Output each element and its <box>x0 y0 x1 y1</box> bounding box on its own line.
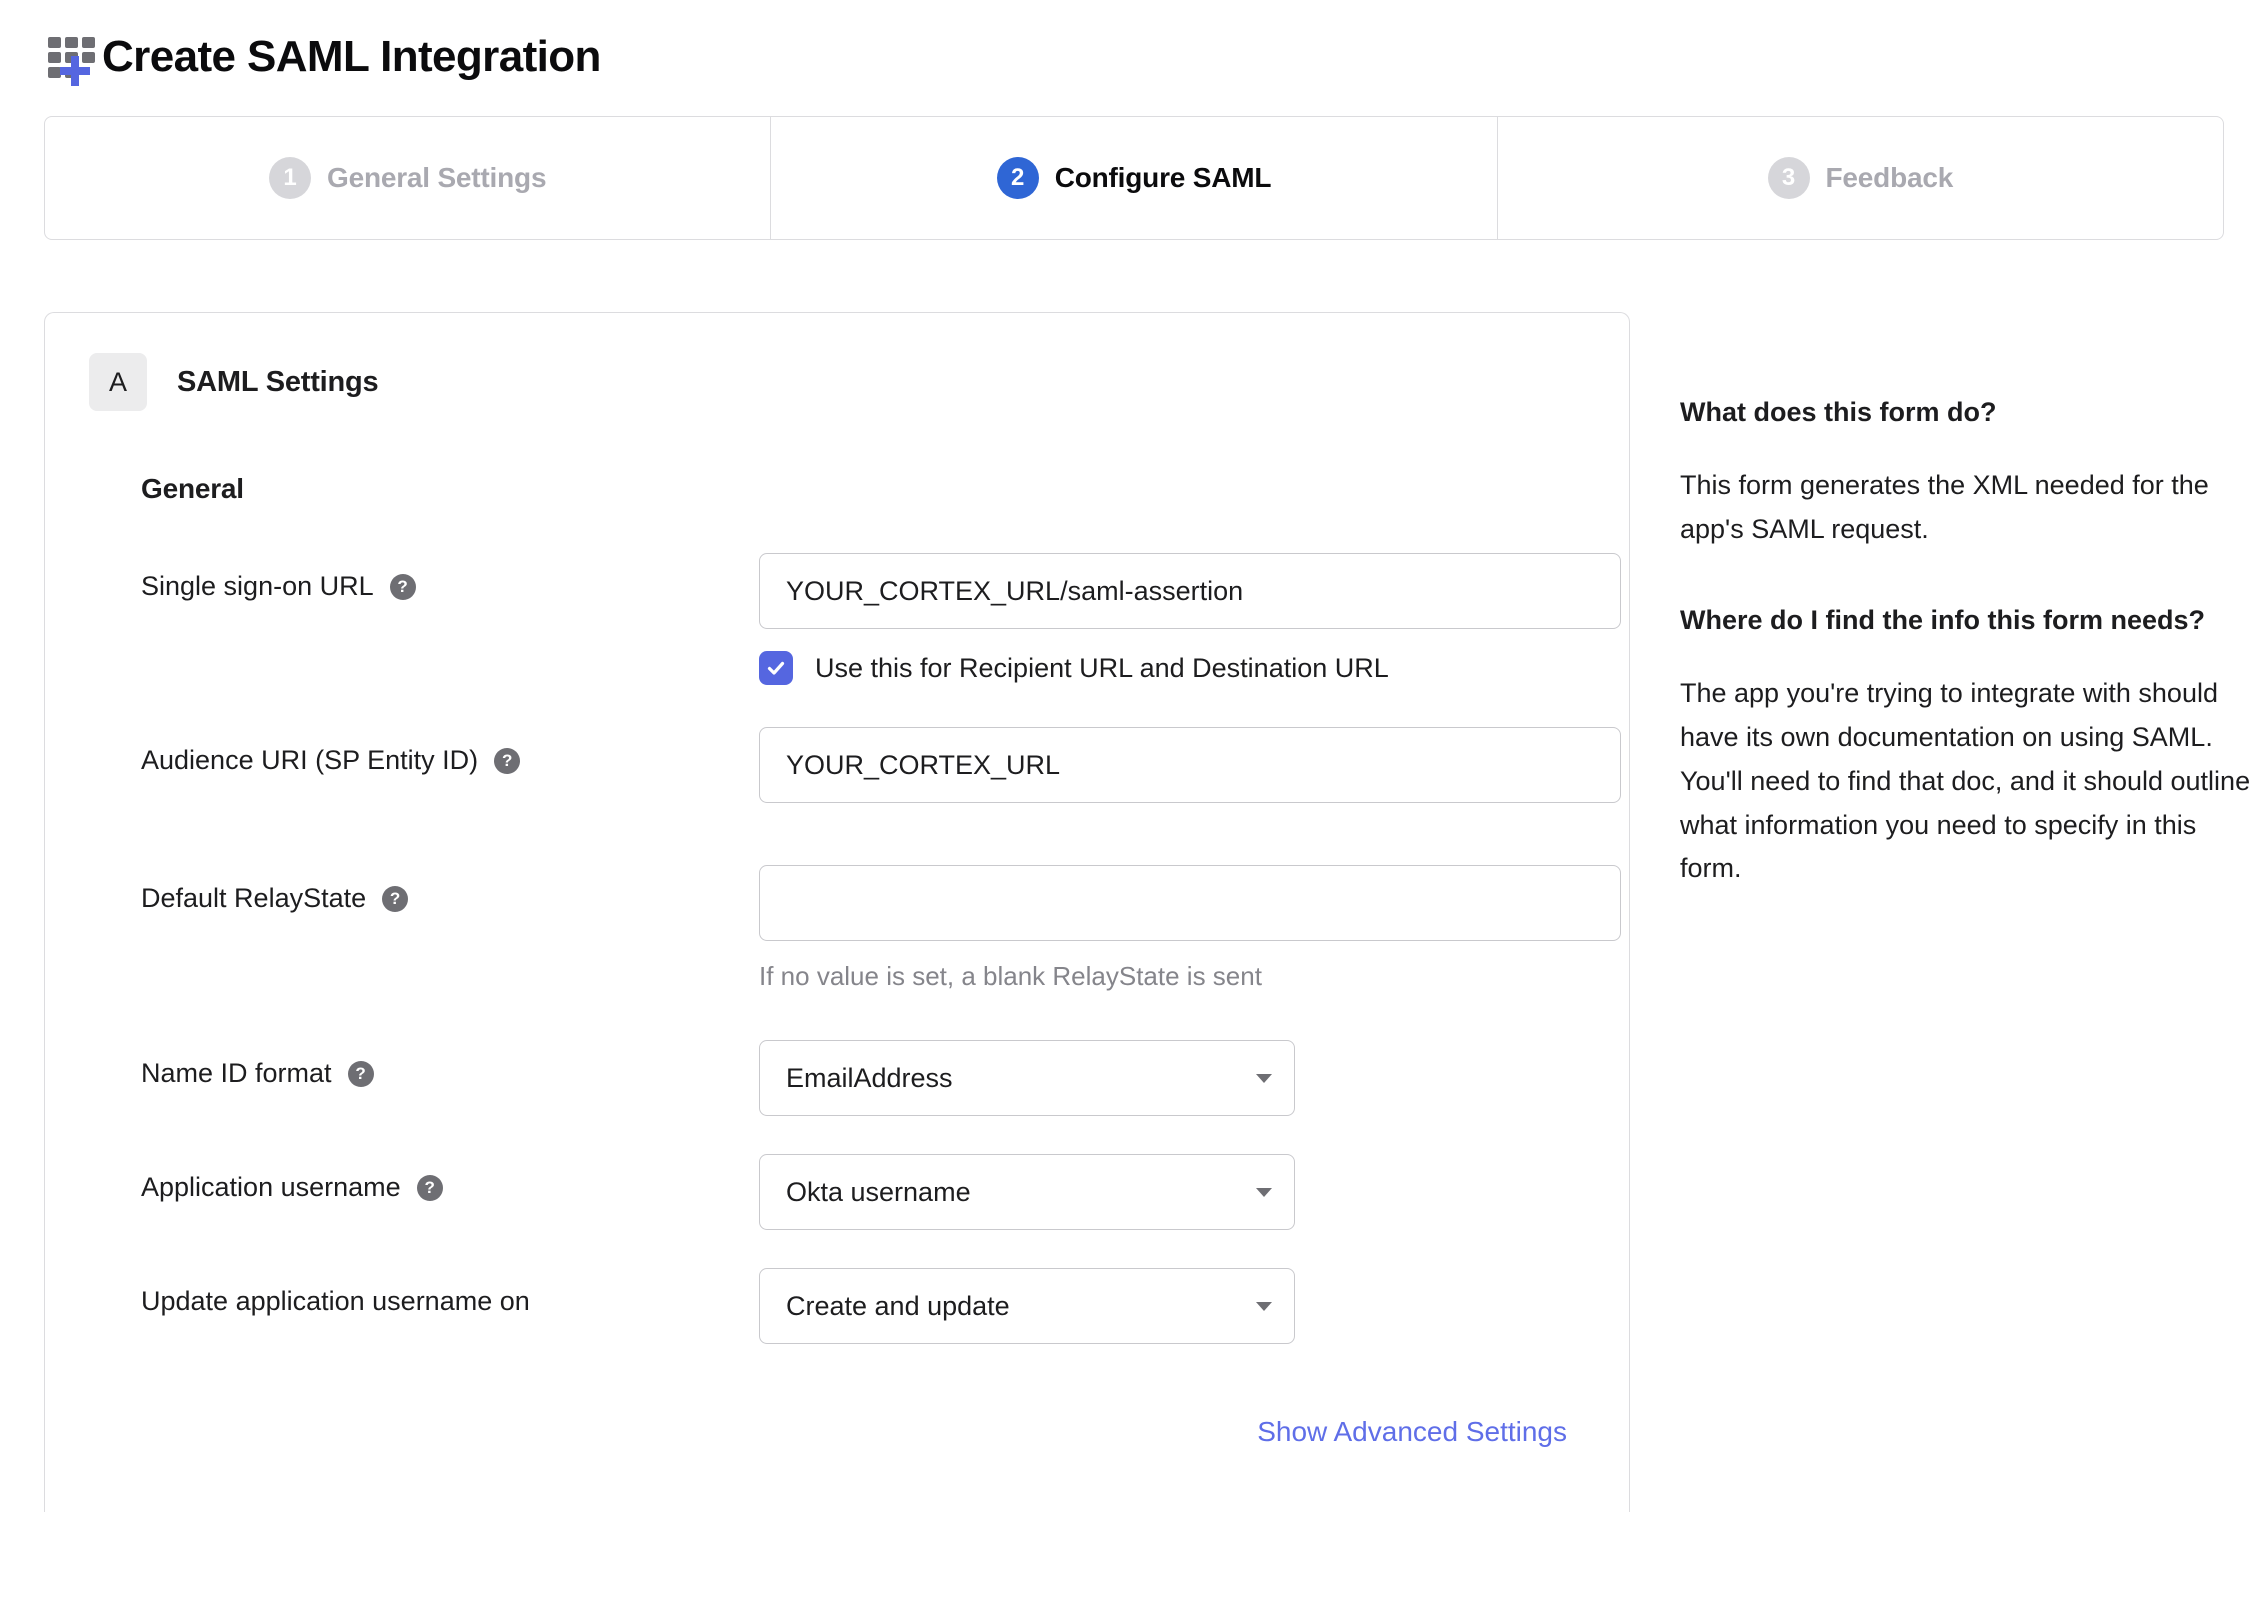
field-row-name-id-format: Name ID format ? EmailAddress <box>141 1040 1629 1136</box>
checkbox-label-use-for-recipient-destination: Use this for Recipient URL and Destinati… <box>815 652 1389 683</box>
recipient-destination-checkbox-row: Use this for Recipient URL and Destinati… <box>759 651 1629 685</box>
help-icon[interactable]: ? <box>389 573 416 600</box>
label-update-application-username-on: Update application username on <box>141 1286 530 1316</box>
field-label-group: Default RelayState ? <box>141 865 759 914</box>
tab-label-general-settings: General Settings <box>327 162 547 193</box>
info-body-what-does-this-form-do: This form generates the XML needed for t… <box>1680 470 2209 545</box>
application-username-selected-value: Okta username <box>786 1176 971 1207</box>
stepper-tabs: 1 General Settings 2 Configure SAML 3 Fe… <box>44 116 2224 240</box>
help-icon[interactable]: ? <box>347 1060 374 1087</box>
label-audience-uri: Audience URI (SP Entity ID) <box>141 745 479 775</box>
info-heading-what-does-this-form-do: What does this form do? <box>1680 397 1997 427</box>
field-label-group: Single sign-on URL ? <box>141 553 759 602</box>
saml-settings-card: A SAML Settings General Single sign-on U… <box>44 312 1630 1512</box>
info-heading-where-do-i-find-info: Where do I find the info this form needs… <box>1680 604 2205 635</box>
field-row-single-sign-on-url: Single sign-on URL ? YOUR_CORTEX_URL/sam… <box>141 553 1629 685</box>
label-default-relaystate: Default RelayState <box>141 883 367 913</box>
tab-configure-saml[interactable]: 2 Configure SAML <box>771 117 1498 239</box>
help-icon[interactable]: ? <box>382 885 409 912</box>
chevron-down-icon <box>1256 1187 1272 1197</box>
chevron-down-icon <box>1256 1301 1272 1311</box>
field-control-group: YOUR_CORTEX_URL <box>759 727 1629 803</box>
update-application-username-on-selected-value: Create and update <box>786 1290 1010 1321</box>
label-single-sign-on-url: Single sign-on URL <box>141 571 374 601</box>
step-number-badge: 1 <box>269 157 311 199</box>
name-id-format-selected-value: EmailAddress <box>786 1062 953 1093</box>
show-advanced-settings-link[interactable]: Show Advanced Settings <box>1257 1416 1567 1447</box>
field-label-group: Update application username on <box>141 1268 759 1317</box>
label-application-username: Application username <box>141 1172 401 1202</box>
step-number-badge: 3 <box>1767 157 1810 199</box>
advanced-settings-row: Show Advanced Settings <box>141 1416 1629 1448</box>
tab-feedback[interactable]: 3 Feedback <box>1498 117 2223 239</box>
use-for-recipient-destination-checkbox[interactable] <box>759 651 793 685</box>
chevron-down-icon <box>1256 1073 1272 1083</box>
field-control-group: Create and update <box>759 1268 1629 1344</box>
page-header: Create SAML Integration <box>0 0 2268 96</box>
single-sign-on-url-input[interactable]: YOUR_CORTEX_URL/saml-assertion <box>759 553 1621 629</box>
field-label-group: Name ID format ? <box>141 1040 759 1089</box>
saml-settings-title: SAML Settings <box>177 365 379 398</box>
field-row-update-application-username-on: Update application username on Create an… <box>141 1268 1629 1364</box>
field-control-group: EmailAddress <box>759 1040 1629 1116</box>
tab-general-settings[interactable]: 1 General Settings <box>45 117 772 239</box>
tab-label-configure-saml: Configure SAML <box>1054 162 1272 193</box>
name-id-format-select[interactable]: EmailAddress <box>759 1040 1295 1116</box>
field-row-default-relaystate: Default RelayState ? If no value is set,… <box>141 865 1629 992</box>
general-group-title: General <box>141 473 244 504</box>
audience-uri-input[interactable]: YOUR_CORTEX_URL <box>759 727 1621 803</box>
app-grid-plus-icon <box>44 29 100 86</box>
page-body: A SAML Settings General Single sign-on U… <box>44 312 2268 1512</box>
field-label-group: Application username ? <box>141 1154 759 1203</box>
application-username-select[interactable]: Okta username <box>759 1154 1295 1230</box>
help-icon[interactable]: ? <box>416 1174 443 1201</box>
label-name-id-format: Name ID format <box>141 1058 332 1088</box>
field-label-group: Audience URI (SP Entity ID) ? <box>141 727 759 776</box>
info-body-where-do-i-find-info: The app you're trying to integrate with … <box>1680 678 2251 884</box>
update-application-username-on-select[interactable]: Create and update <box>759 1268 1295 1344</box>
saml-form: Single sign-on URL ? YOUR_CORTEX_URL/sam… <box>45 553 1629 1448</box>
field-control-group: If no value is set, a blank RelayState i… <box>759 865 1629 992</box>
section-letter-badge: A <box>89 353 147 411</box>
tab-label-feedback: Feedback <box>1825 162 1954 193</box>
field-control-group: Okta username <box>759 1154 1629 1230</box>
field-row-audience-uri: Audience URI (SP Entity ID) ? YOUR_CORTE… <box>141 727 1629 823</box>
field-row-application-username: Application username ? Okta username <box>141 1154 1629 1250</box>
info-panel: What does this form do? This form genera… <box>1680 312 2260 891</box>
step-number-badge: 2 <box>996 157 1039 199</box>
default-relaystate-hint: If no value is set, a blank RelayState i… <box>759 961 1262 991</box>
saml-settings-header: A SAML Settings <box>45 353 1629 411</box>
page-title: Create SAML Integration <box>102 32 601 81</box>
field-control-group: YOUR_CORTEX_URL/saml-assertion Use this … <box>759 553 1629 685</box>
help-icon[interactable]: ? <box>494 747 521 774</box>
default-relaystate-input[interactable] <box>759 865 1621 941</box>
